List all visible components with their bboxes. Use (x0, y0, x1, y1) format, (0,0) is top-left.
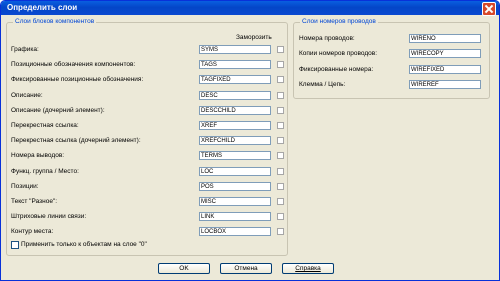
component-layer-label: Перекрестная ссылка (дочерний элемент): (11, 137, 141, 144)
wire-layer-row: Копии номеров проводов: WIRECOPY (299, 49, 484, 59)
help-button[interactable]: Справка (282, 263, 334, 274)
component-layer-row: Фиксированные позиционные обозначения: TA… (11, 75, 284, 85)
component-layer-input[interactable]: TAGFIXED (199, 75, 271, 84)
wire-layer-label: Номера проводов: (299, 35, 355, 42)
component-layer-input[interactable]: LINK (199, 212, 271, 221)
wire-layer-row: Фиксированные номера: WIREFIXED (299, 65, 484, 75)
freeze-checkbox[interactable] (277, 46, 284, 53)
freeze-checkbox[interactable] (277, 122, 284, 129)
freeze-checkbox[interactable] (277, 152, 284, 159)
component-layer-label: Контур места: (11, 228, 54, 235)
freeze-checkbox[interactable] (277, 76, 284, 83)
component-layer-input[interactable]: DESC (199, 91, 271, 100)
component-layer-label: Фиксированные позиционные обозначения: (11, 76, 144, 83)
cancel-button[interactable]: Отмена (220, 263, 272, 274)
freeze-checkbox[interactable] (277, 61, 284, 68)
component-layer-input[interactable]: DESCCHILD (199, 106, 271, 115)
component-layer-row: Позиционные обозначения компонентов: TAGS (11, 60, 284, 70)
component-layer-label: Штриховые линии связи: (11, 213, 87, 220)
component-layer-input[interactable]: LOC (199, 167, 271, 176)
wire-number-layers-title: Слои номеров проводов (300, 18, 378, 25)
freeze-checkbox[interactable] (277, 168, 284, 175)
component-layer-row: Текст "Разное": MISC (11, 197, 284, 207)
freeze-checkbox[interactable] (277, 183, 284, 190)
wire-layer-input[interactable]: WIREREF (409, 80, 481, 89)
freeze-checkbox[interactable] (277, 137, 284, 144)
wire-layer-input[interactable]: WIRECOPY (409, 49, 481, 58)
wire-layer-row: Номера проводов: WIRENO (299, 34, 484, 44)
component-layer-input[interactable]: POS (199, 182, 271, 191)
component-layer-label: Позиции: (11, 183, 39, 190)
wire-layer-input[interactable]: WIRENO (409, 34, 481, 43)
freeze-header: Заморозить (236, 34, 272, 41)
wire-layer-label: Клемма / Цепь: (299, 81, 346, 88)
component-layer-label: Описание (дочерний элемент): (11, 107, 105, 114)
component-layer-row: Перекрестная ссылка: XREF (11, 121, 284, 131)
close-icon[interactable] (482, 2, 496, 16)
wire-layer-label: Фиксированные номера: (299, 66, 374, 73)
component-layer-input[interactable]: LOCBOX (199, 227, 271, 236)
freeze-checkbox[interactable] (277, 228, 284, 235)
component-layer-label: Перекрестная ссылка: (11, 122, 79, 129)
component-layer-input[interactable]: XREFCHILD (199, 136, 271, 145)
window-title: Определить слои (7, 3, 78, 12)
component-layer-label: Номера выводов: (11, 152, 65, 159)
define-layers-dialog: Определить слои Слои блоков компонентов … (0, 0, 500, 281)
component-layer-input[interactable]: TERMS (199, 151, 271, 160)
apply-only-layer0-checkbox[interactable] (11, 241, 19, 249)
component-layer-input[interactable]: XREF (199, 121, 271, 130)
component-layer-label: Графика: (11, 46, 39, 53)
component-block-layers-title: Слои блоков компонентов (13, 18, 97, 25)
component-layer-input[interactable]: TAGS (199, 60, 271, 69)
component-layer-label: Текст "Разное": (11, 198, 58, 205)
component-layer-row: Описание (дочерний элемент): DESCCHILD (11, 106, 284, 116)
freeze-checkbox[interactable] (277, 198, 284, 205)
freeze-checkbox[interactable] (277, 107, 284, 114)
component-layer-row: Функц. группа / Место: LOC (11, 167, 284, 177)
component-layer-label: Функц. группа / Место: (11, 168, 79, 175)
freeze-checkbox[interactable] (277, 213, 284, 220)
component-layer-input[interactable]: MISC (199, 197, 271, 206)
component-layer-row: Штриховые линии связи: LINK (11, 212, 284, 222)
component-layer-row: Контур места: LOCBOX (11, 227, 284, 237)
wire-layer-row: Клемма / Цепь: WIREREF (299, 80, 484, 90)
apply-only-layer0-label: Применить только к объектам на слое "0" (21, 241, 147, 248)
component-layer-row: Графика: SYMS (11, 45, 284, 55)
title-bar: Определить слои (1, 1, 499, 16)
component-layer-label: Описание: (11, 92, 43, 99)
ok-button[interactable]: OK (158, 263, 210, 274)
component-layer-row: Описание: DESC (11, 91, 284, 101)
component-layer-row: Позиции: POS (11, 182, 284, 192)
component-layer-input[interactable]: SYMS (199, 45, 271, 54)
wire-layer-input[interactable]: WIREFIXED (409, 65, 481, 74)
wire-layer-label: Копии номеров проводов: (299, 50, 378, 57)
component-layer-row: Номера выводов: TERMS (11, 151, 284, 161)
component-layer-label: Позиционные обозначения компонентов: (11, 61, 136, 68)
freeze-checkbox[interactable] (277, 92, 284, 99)
component-layer-row: Перекрестная ссылка (дочерний элемент): X… (11, 136, 284, 146)
